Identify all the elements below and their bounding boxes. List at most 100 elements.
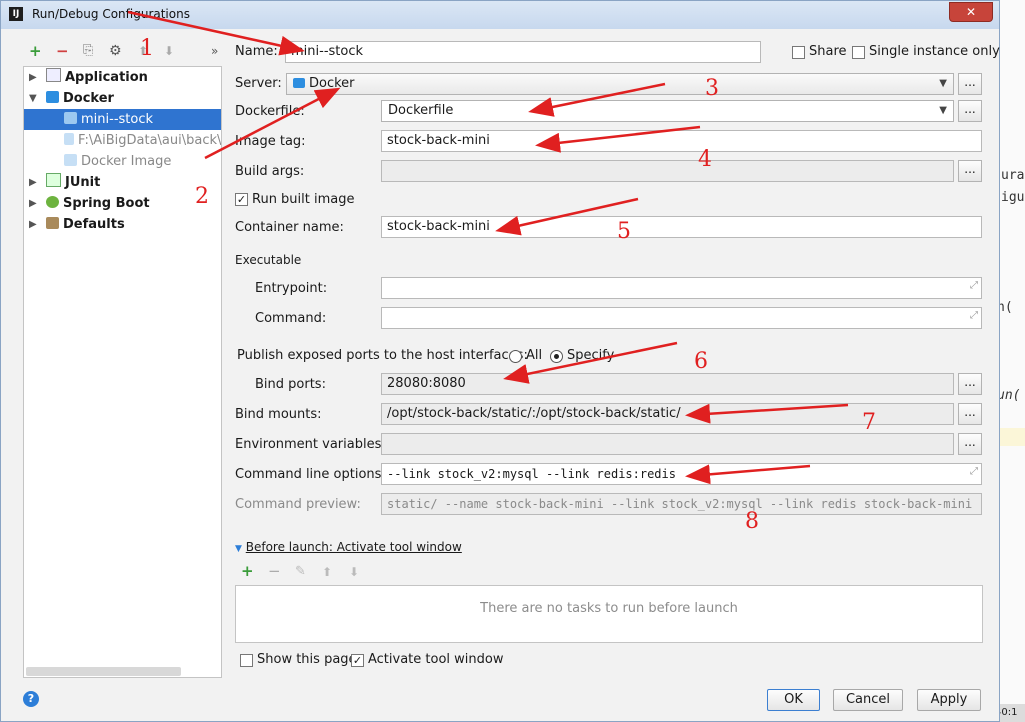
server-label: Server:: [235, 76, 282, 91]
wrench-icon[interactable]: ⚙: [109, 43, 122, 59]
entrypoint-label: Entrypoint:: [255, 281, 328, 296]
share-checkbox[interactable]: [792, 46, 805, 59]
bind-ports-input[interactable]: 28080:8080: [381, 373, 954, 395]
single-instance-label: Single instance only: [869, 44, 1000, 59]
expand-icon[interactable]: ⤢: [970, 308, 978, 326]
annotation-number: 1: [140, 36, 154, 61]
tree-item-dockerfile-path[interactable]: F:\AiBigData\aui\back\D: [24, 130, 221, 151]
annotation-number: 8: [745, 509, 759, 534]
move-down-icon[interactable]: ⬇: [164, 43, 174, 59]
before-launch-header[interactable]: ▼ Before launch: Activate tool window: [235, 539, 462, 557]
dockerfile-select[interactable]: Dockerfile ▼: [381, 100, 954, 122]
tree-item-application[interactable]: ▶ Application: [24, 67, 221, 88]
bind-ports-label: Bind ports:: [255, 377, 326, 392]
annotation-number: 6: [694, 349, 708, 374]
collapse-arrow-icon[interactable]: ▼: [235, 544, 242, 554]
configuration-tree: ▶ Application ▼ Docker mini--stock F:\Ai…: [23, 66, 222, 678]
remove-configuration-icon[interactable]: −: [56, 43, 69, 59]
bind-ports-browse-button[interactable]: ...: [958, 373, 982, 395]
close-button[interactable]: ✕: [949, 2, 993, 22]
environment-variables-browse-button[interactable]: ...: [958, 433, 982, 455]
command-preview-field: static/ --name stock-back-mini --link st…: [381, 493, 982, 515]
run-built-image-checkbox[interactable]: ✓: [235, 193, 248, 206]
ok-button[interactable]: OK: [767, 689, 820, 711]
chevron-down-icon: ▼: [939, 105, 947, 116]
share-label: Share: [809, 44, 847, 59]
remove-task-icon[interactable]: −: [268, 563, 281, 579]
build-args-input[interactable]: [381, 160, 954, 182]
add-configuration-icon[interactable]: +: [29, 43, 42, 59]
tree-item-defaults[interactable]: ▶ Defaults: [24, 214, 221, 235]
activate-tool-window-label: Activate tool window: [368, 652, 504, 667]
chevron-right-icon[interactable]: ▶: [29, 214, 39, 235]
name-input[interactable]: mini--stock: [285, 41, 761, 63]
tree-item-docker-image[interactable]: Docker Image: [24, 151, 221, 172]
annotation-number: 2: [195, 184, 209, 209]
docker-icon: [46, 91, 59, 103]
bind-mounts-browse-button[interactable]: ...: [958, 403, 982, 425]
container-name-input[interactable]: stock-back-mini: [381, 216, 982, 238]
chevron-right-icon[interactable]: ▶: [29, 172, 39, 193]
build-args-label: Build args:: [235, 164, 305, 179]
add-task-icon[interactable]: +: [241, 563, 254, 579]
chevron-right-icon[interactable]: ▶: [29, 67, 39, 88]
command-label: Command:: [255, 311, 327, 326]
tree-item-mini-stock[interactable]: mini--stock: [24, 109, 221, 130]
empty-tasks-text: There are no tasks to run before launch: [480, 601, 738, 616]
command-line-options-input[interactable]: --link stock_v2:mysql --link redis:redis…: [381, 463, 982, 485]
move-task-down-icon[interactable]: ⬇: [349, 564, 359, 580]
junit-icon: [46, 173, 61, 187]
more-icon[interactable]: »: [211, 43, 218, 59]
wrench-icon: [46, 217, 59, 229]
publish-all-radio[interactable]: [509, 350, 522, 363]
image-tag-label: Image tag:: [235, 134, 306, 149]
expand-icon[interactable]: ⤢: [970, 278, 978, 296]
build-args-browse-button[interactable]: ...: [958, 160, 982, 182]
chevron-down-icon[interactable]: ▼: [29, 88, 39, 109]
title-bar: IJ Run/Debug Configurations ✕: [1, 1, 999, 29]
docker-icon: [64, 133, 74, 145]
tree-item-junit[interactable]: ▶ JUnit: [24, 172, 221, 193]
single-instance-checkbox[interactable]: [852, 46, 865, 59]
publish-specify-radio[interactable]: [550, 350, 563, 363]
chevron-down-icon: ▼: [939, 78, 947, 89]
image-tag-input[interactable]: stock-back-mini: [381, 130, 982, 152]
apply-button[interactable]: Apply: [917, 689, 981, 711]
entrypoint-input[interactable]: ⤢: [381, 277, 982, 299]
editor-code-fragment: un(: [997, 388, 1021, 403]
command-preview-label: Command preview:: [235, 497, 361, 512]
docker-icon: [64, 154, 77, 166]
annotation-number: 7: [862, 410, 876, 435]
show-this-page-checkbox[interactable]: [240, 654, 253, 667]
move-task-up-icon[interactable]: ⬆: [322, 564, 332, 580]
command-input[interactable]: ⤢: [381, 307, 982, 329]
annotation-number: 4: [698, 147, 712, 172]
annotation-number: 3: [705, 76, 719, 101]
annotation-number: 5: [617, 219, 631, 244]
expand-icon[interactable]: ⤢: [970, 464, 978, 482]
run-debug-configurations-dialog: IJ Run/Debug Configurations ✕ + − ⎘ ⚙ ⬆ …: [0, 0, 1000, 722]
docker-icon: [64, 112, 77, 124]
tree-item-spring-boot[interactable]: ▶ Spring Boot: [24, 193, 221, 214]
horizontal-scrollbar[interactable]: [26, 667, 181, 676]
chevron-right-icon[interactable]: ▶: [29, 193, 39, 214]
bind-mounts-label: Bind mounts:: [235, 407, 322, 422]
editor-code-fragment: ura: [1001, 168, 1025, 183]
edit-task-icon[interactable]: ✎: [295, 564, 306, 580]
run-built-image-label: Run built image: [252, 192, 355, 207]
dockerfile-label: Dockerfile:: [235, 104, 305, 119]
name-label: Name:: [235, 44, 278, 59]
activate-tool-window-checkbox[interactable]: ✓: [351, 654, 364, 667]
docker-icon: [293, 78, 305, 88]
server-browse-button[interactable]: ...: [958, 73, 982, 95]
dockerfile-browse-button[interactable]: ...: [958, 100, 982, 122]
intellij-app-icon: IJ: [9, 7, 23, 21]
environment-variables-label: Environment variables:: [235, 437, 386, 452]
cancel-button[interactable]: Cancel: [833, 689, 903, 711]
environment-variables-input[interactable]: [381, 433, 954, 455]
command-line-options-label: Command line options:: [235, 467, 386, 482]
server-select[interactable]: Docker ▼: [286, 73, 954, 95]
help-icon[interactable]: ?: [23, 691, 39, 707]
copy-configuration-icon[interactable]: ⎘: [83, 43, 93, 59]
tree-item-docker[interactable]: ▼ Docker: [24, 88, 221, 109]
